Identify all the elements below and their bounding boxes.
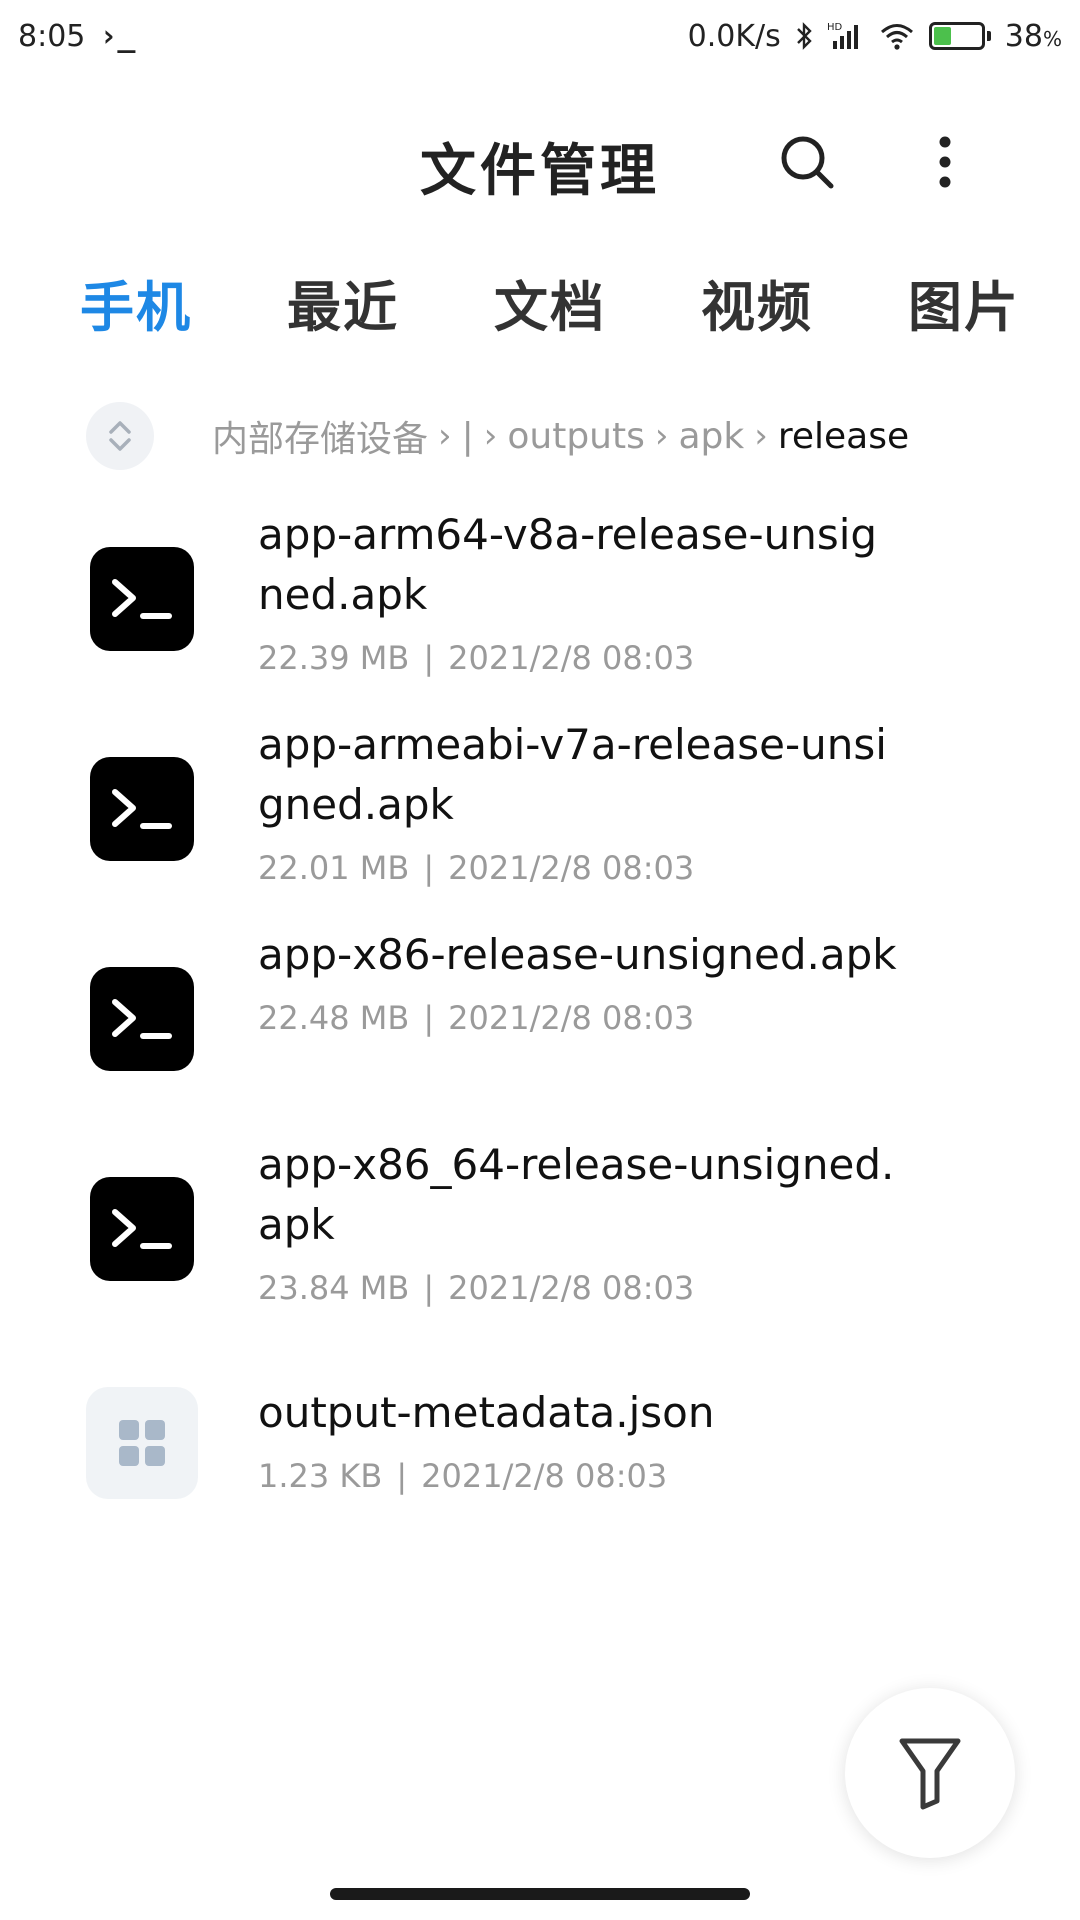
file-list: app-arm64-v8a-release-unsigned.apk 22.39… (0, 505, 1080, 1543)
file-list-item[interactable]: app-armeabi-v7a-release-unsigned.apk 22.… (0, 715, 1080, 925)
status-time: 8:05 (18, 18, 86, 54)
status-bar: 8:05 ›_ 0.0K/s HD 38% (0, 0, 1080, 72)
net-speed: 0.0K/s (687, 18, 781, 54)
terminal-icon (90, 757, 194, 861)
tab-phone[interactable]: 手机 (80, 263, 192, 342)
file-name: app-x86_64-release-unsigned.apk (258, 1140, 895, 1249)
breadcrumb-chevron-icon: › (654, 416, 669, 456)
file-grid-icon (86, 1387, 198, 1499)
file-info: app-armeabi-v7a-release-unsigned.apk 22.… (258, 715, 898, 887)
meta-separator: | (423, 849, 435, 887)
terminal-icon (90, 967, 194, 1071)
breadcrumb-outputs[interactable]: outputs (507, 416, 645, 457)
svg-text:HD: HD (827, 22, 843, 33)
file-meta: 22.39 MB | 2021/2/8 08:03 (258, 639, 898, 677)
breadcrumb-release: release (777, 415, 910, 457)
meta-separator: | (423, 1269, 435, 1307)
file-date: 2021/2/8 08:03 (421, 1457, 668, 1495)
breadcrumb-collapsed[interactable]: | (462, 416, 474, 457)
breadcrumb-internal-storage[interactable]: 内部存储设备 (212, 410, 428, 462)
terminal-notification-icon: ›_ (99, 18, 136, 54)
file-info: output-metadata.json 1.23 KB | 2021/2/8 08… (258, 1383, 898, 1495)
chevron-up-down-icon (109, 421, 131, 451)
more-vertical-icon (939, 136, 951, 188)
category-tabs: 手机 最近 文档 视频 图片 (80, 262, 1020, 342)
file-manager-screen: 8:05 ›_ 0.0K/s HD 38% 文件管理 手机 最近 文档 视频 图… (0, 0, 1080, 1920)
file-size: 22.48 MB (258, 999, 410, 1037)
status-right: 0.0K/s HD 38% (688, 19, 1062, 54)
file-meta: 23.84 MB | 2021/2/8 08:03 (258, 1269, 898, 1307)
search-icon (781, 136, 834, 189)
file-meta: 22.01 MB | 2021/2/8 08:03 (258, 849, 898, 887)
file-meta: 1.23 KB | 2021/2/8 08:03 (258, 1457, 898, 1495)
file-info: app-arm64-v8a-release-unsigned.apk 22.39… (258, 505, 898, 677)
file-size: 22.39 MB (258, 639, 410, 677)
battery-percent-value: 38 (1004, 18, 1043, 54)
file-name: app-x86-release-unsigned.apk (258, 930, 897, 979)
breadcrumb-apk[interactable]: apk (678, 416, 744, 457)
signal-icon: HD (827, 21, 865, 51)
search-button[interactable] (775, 130, 839, 194)
meta-separator: | (423, 999, 435, 1037)
tab-videos[interactable]: 视频 (701, 263, 813, 342)
breadcrumb-chevron-icon: › (438, 416, 452, 456)
file-name: app-armeabi-v7a-release-unsigned.apk (258, 720, 887, 829)
breadcrumb-chevron-icon: › (483, 416, 498, 456)
file-info: app-x86_64-release-unsigned.apk 23.84 MB… (258, 1135, 898, 1307)
file-date: 2021/2/8 08:03 (448, 999, 695, 1037)
file-list-item[interactable]: app-x86-release-unsigned.apk 22.48 MB | 20… (0, 925, 1080, 1135)
battery-percent-unit: % (1042, 26, 1062, 51)
file-list-item[interactable]: app-arm64-v8a-release-unsigned.apk 22.39… (0, 505, 1080, 715)
breadcrumb-chevron-icon: › (754, 416, 768, 456)
breadcrumb-expand-button[interactable] (86, 402, 154, 470)
page-title: 文件管理 (420, 139, 660, 204)
battery-body (928, 22, 985, 50)
battery-cap (986, 31, 991, 41)
bluetooth-icon (795, 21, 813, 51)
breadcrumb: 内部存储设备 › | › outputs › apk › release (86, 402, 1046, 470)
terminal-icon (90, 1177, 194, 1281)
file-size: 22.01 MB (258, 849, 410, 887)
file-size: 23.84 MB (258, 1269, 410, 1307)
file-date: 2021/2/8 08:03 (448, 849, 695, 887)
tab-recent[interactable]: 最近 (287, 263, 399, 342)
more-options-button[interactable] (925, 130, 965, 194)
battery-icon (928, 22, 991, 50)
file-date: 2021/2/8 08:03 (448, 639, 695, 677)
file-list-item[interactable]: output-metadata.json 1.23 KB | 2021/2/8 08… (0, 1363, 1080, 1543)
file-list-item[interactable]: app-x86_64-release-unsigned.apk 23.84 MB… (0, 1135, 1080, 1345)
home-indicator[interactable] (330, 1888, 750, 1900)
file-size: 1.23 KB (258, 1457, 383, 1495)
battery-percent: 38% (1005, 19, 1062, 54)
meta-separator: | (423, 639, 435, 677)
file-date: 2021/2/8 08:03 (448, 1269, 695, 1307)
file-name: output-metadata.json (258, 1388, 715, 1437)
battery-fill (933, 27, 952, 45)
filter-icon (899, 1738, 961, 1810)
meta-separator: | (396, 1457, 408, 1495)
wifi-icon (879, 21, 915, 51)
tab-images[interactable]: 图片 (908, 263, 1020, 342)
terminal-icon (90, 547, 194, 651)
file-info: app-x86-release-unsigned.apk 22.48 MB | 20… (258, 925, 898, 1037)
app-header: 文件管理 (0, 108, 1080, 208)
status-left: 8:05 ›_ (18, 19, 136, 54)
filter-button[interactable] (845, 1688, 1015, 1858)
tab-documents[interactable]: 文档 (494, 263, 606, 342)
file-meta: 22.48 MB | 2021/2/8 08:03 (258, 999, 898, 1037)
file-name: app-arm64-v8a-release-unsigned.apk (258, 510, 878, 619)
